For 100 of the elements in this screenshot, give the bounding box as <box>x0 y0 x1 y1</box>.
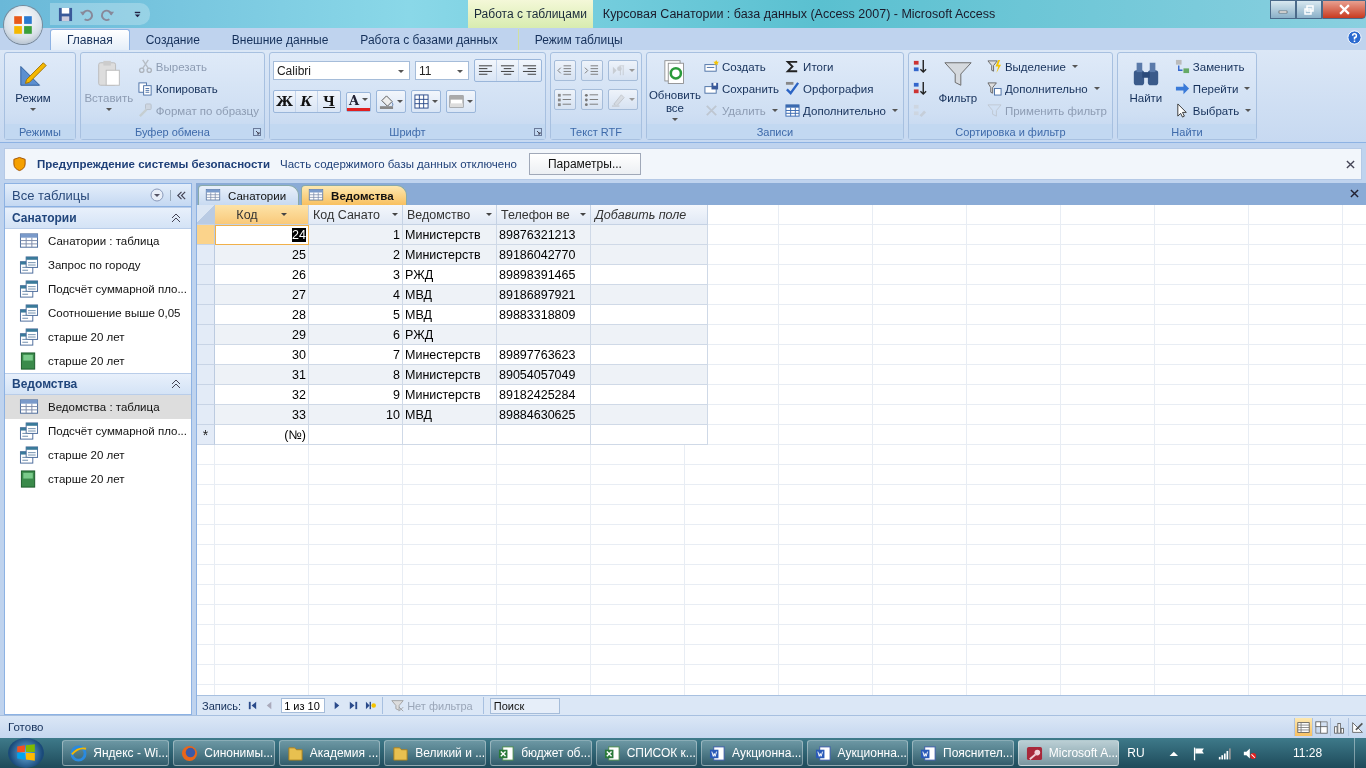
column-header[interactable]: Код <box>215 205 309 225</box>
datasheet-view-button[interactable] <box>1294 718 1312 736</box>
close-button[interactable] <box>1322 0 1366 19</box>
navigation-item[interactable]: Ведомства : таблица <box>5 395 191 419</box>
group-label: Найти <box>1171 125 1203 138</box>
table-cell: 10 <box>309 405 403 425</box>
column-header[interactable]: Ведомство <box>403 205 497 225</box>
column-header[interactable]: Телефон ве <box>497 205 591 225</box>
navigation-item[interactable]: старше 20 лет <box>5 325 191 349</box>
ribbon-button[interactable]: Выделение <box>986 57 1109 76</box>
font-name-field[interactable]: Calibri <box>272 61 410 80</box>
clock[interactable]: 11:28 <box>1292 746 1323 760</box>
first-record-button[interactable] <box>247 700 259 711</box>
font-size-field[interactable]: 11 <box>414 61 469 80</box>
navigation-item[interactable]: Запрос по городу <box>5 253 191 277</box>
ribbon-button[interactable]: Итоги <box>785 57 900 76</box>
ribbon-button[interactable] <box>911 57 929 76</box>
design-view-button[interactable] <box>1348 718 1366 736</box>
ribbon-button[interactable]: Копировать <box>137 79 261 98</box>
save-icon[interactable] <box>58 6 73 22</box>
ribbon-button[interactable]: Режим <box>8 56 58 122</box>
navigation-item[interactable]: Подсчёт суммарной пло... <box>5 277 191 301</box>
ribbon-tab[interactable]: Создание <box>129 29 216 50</box>
restore-button[interactable] <box>1296 0 1322 19</box>
options-button[interactable]: Параметры... <box>528 153 641 175</box>
caret-icon <box>280 212 287 217</box>
grid-icon <box>414 94 430 109</box>
ribbon-tab[interactable]: Главная <box>50 29 130 50</box>
font-color-button[interactable]: A <box>347 92 371 111</box>
caret-icon <box>397 99 404 104</box>
taskbar-button[interactable]: Пояснител... <box>912 740 1014 766</box>
office-button[interactable] <box>4 6 42 44</box>
table-icon <box>785 103 801 118</box>
ribbon-button[interactable]: Перейти <box>1174 79 1254 98</box>
ribbon-button[interactable] <box>911 79 929 98</box>
taskbar-button[interactable]: Яндекс - Wi... <box>62 740 170 766</box>
column-header[interactable]: Добавить поле <box>591 205 708 225</box>
navigation-group-header[interactable]: Ведомства <box>5 373 191 395</box>
navigation-group-header[interactable]: Санатории <box>5 207 191 229</box>
globe-icon <box>70 744 88 762</box>
bold-button[interactable]: Ж <box>273 91 296 112</box>
last-record-button[interactable] <box>348 700 360 711</box>
taskbar-button[interactable]: Академия ... <box>278 740 381 766</box>
dialog-launcher-icon[interactable] <box>533 127 542 136</box>
minimize-button[interactable] <box>1270 0 1296 19</box>
table-cell: 29 <box>215 325 309 345</box>
ribbon-button[interactable]: Выбрать <box>1174 101 1254 120</box>
pivot-table-view-button[interactable] <box>1312 718 1330 736</box>
window-title: Курсовая Санатории : база данных (Access 2007) - Microsoft Access <box>602 7 996 21</box>
customize-toolbar-icon[interactable] <box>133 9 142 19</box>
ribbon-button[interactable]: Найти <box>1120 56 1171 122</box>
navigation-item[interactable]: старше 20 лет <box>5 443 191 467</box>
outdent-icon <box>557 63 573 78</box>
flag-icon[interactable] <box>1192 745 1206 761</box>
navigation-item[interactable]: Соотношение выше 0,05 <box>5 301 191 325</box>
ribbon-button[interactable]: Фильтр <box>932 56 983 122</box>
close-icon[interactable] <box>1346 159 1355 169</box>
delete-icon <box>703 103 719 118</box>
document-icon <box>814 744 832 762</box>
table-cell: 25 <box>215 245 309 265</box>
italic-button[interactable]: К <box>296 91 318 112</box>
ribbon-button[interactable]: Дополнительно <box>986 79 1109 98</box>
ribbon-button[interactable]: Обновить все <box>649 56 700 122</box>
navigation-item[interactable]: старше 20 лет <box>5 349 191 373</box>
table-cell: 31 <box>215 365 309 385</box>
close-icon[interactable] <box>1350 189 1359 198</box>
ribbon-button[interactable]: Дополнительно <box>785 101 900 120</box>
dropdown-icon[interactable] <box>150 188 164 202</box>
document-tab[interactable]: Ведомства <box>301 185 407 205</box>
ribbon-button[interactable]: Создать <box>703 57 782 76</box>
help-icon[interactable] <box>1347 30 1362 45</box>
ribbon-button[interactable]: Орфография <box>785 79 900 98</box>
search-field[interactable]: Поиск <box>489 697 560 714</box>
taskbar-button[interactable]: Синонимы... <box>173 740 275 766</box>
taskbar-button[interactable]: Аукционна... <box>701 740 803 766</box>
ribbon-button[interactable]: Заменить <box>1174 57 1254 76</box>
navigation-item[interactable]: старше 20 лет <box>5 467 191 491</box>
taskbar-button[interactable]: бюджет об... <box>490 740 592 766</box>
document-tab[interactable]: Санатории <box>198 185 300 205</box>
navigation-item[interactable]: Подсчёт суммарной пло... <box>5 419 191 443</box>
taskbar-button[interactable]: Великий и ... <box>384 740 487 766</box>
taskbar-button[interactable]: СПИСОК к... <box>595 740 698 766</box>
pointer-icon <box>1174 103 1190 118</box>
gridlines-button[interactable] <box>412 91 441 112</box>
signal-strength-icon[interactable] <box>1217 745 1232 761</box>
new-record-button[interactable] <box>365 700 377 711</box>
collapse-icon[interactable] <box>170 189 187 201</box>
dialog-launcher-icon[interactable] <box>252 127 261 136</box>
column-header[interactable]: Код Санато <box>309 205 403 225</box>
navigation-item[interactable]: Санатории : таблица <box>5 229 191 253</box>
start-button[interactable] <box>8 738 45 768</box>
record-number-field[interactable]: 1 из 10 <box>281 698 326 713</box>
table-cell: 89182425284 <box>497 385 591 405</box>
ribbon-tab[interactable]: Внешние данные <box>215 29 345 50</box>
ribbon-tab[interactable]: Работа с базами данных <box>344 29 514 50</box>
ribbon-button[interactable]: Сохранить <box>703 79 782 98</box>
new-row-marker[interactable]: * <box>197 425 215 445</box>
taskbar-button[interactable]: Аукционна... <box>806 740 908 766</box>
language-indicator[interactable]: RU <box>1127 746 1145 760</box>
underline-button[interactable]: Ч <box>318 91 340 112</box>
